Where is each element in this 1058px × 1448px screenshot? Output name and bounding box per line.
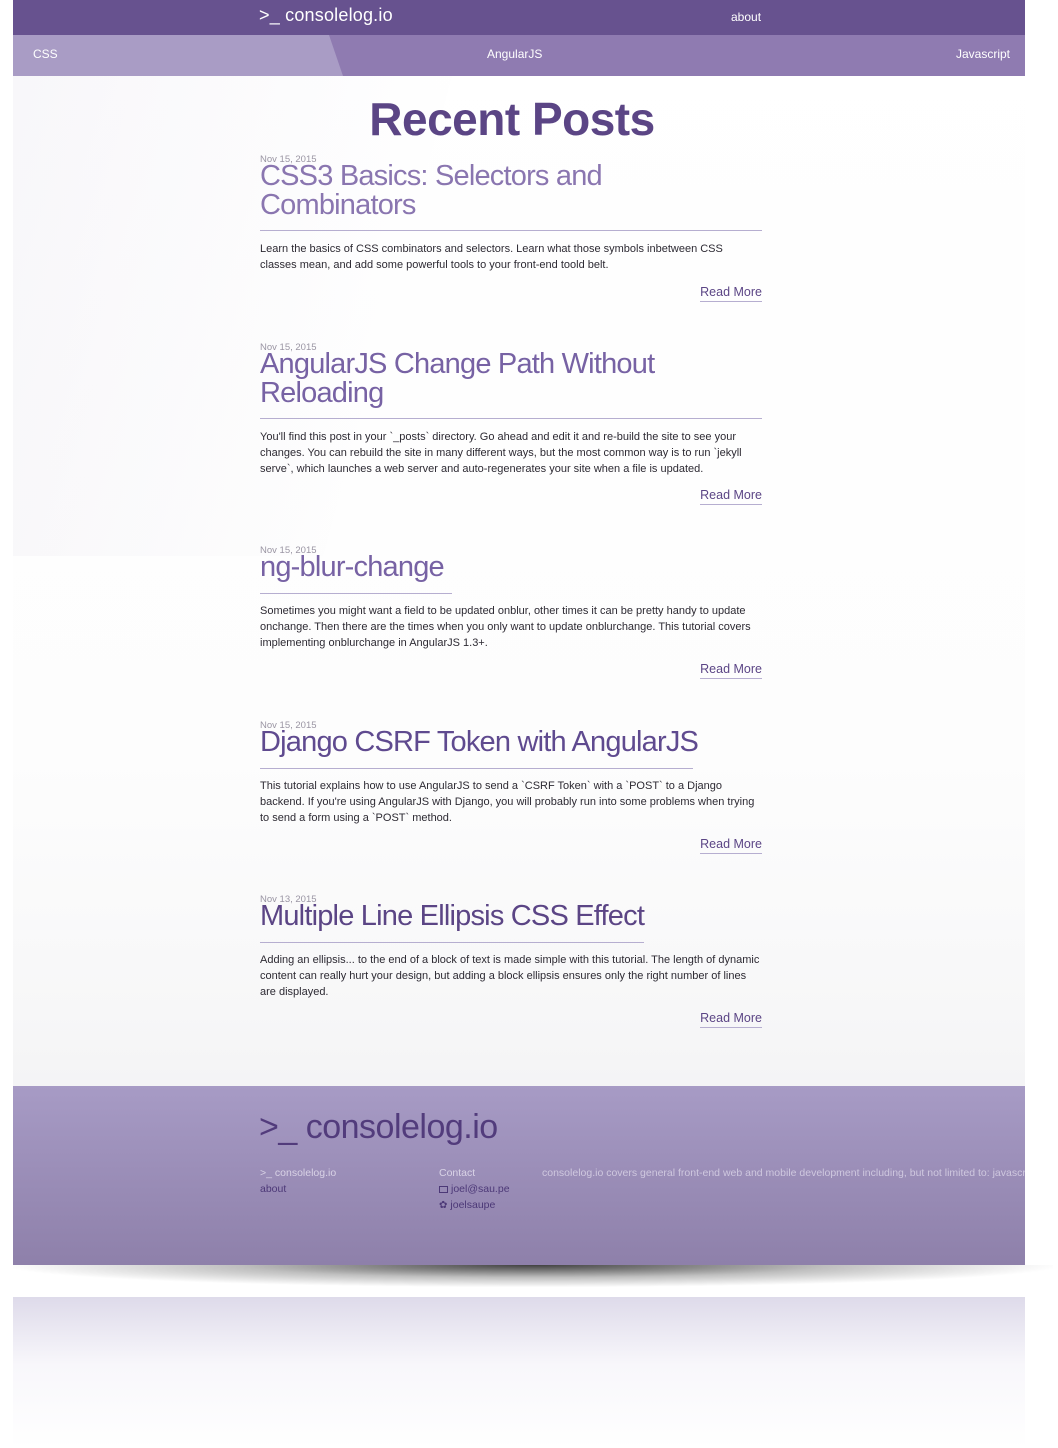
page-reflection: [13, 1297, 1025, 1448]
read-more-link[interactable]: Read More: [700, 1011, 762, 1028]
footer-about-link[interactable]: about: [260, 1181, 410, 1197]
post-item: Nov 15, 2015 ng-blur-change Sometimes yo…: [260, 545, 762, 685]
footer-email-text: joel@sau.pe: [451, 1183, 510, 1195]
post-title-link[interactable]: ng-blur-change: [260, 553, 762, 582]
read-more-link[interactable]: Read More: [700, 285, 762, 302]
envelope-icon: [439, 1186, 448, 1193]
post-title-link[interactable]: Multiple Line Ellipsis CSS Effect: [260, 902, 762, 931]
page-shadow: [13, 1265, 1053, 1287]
category-nav-highlight: [13, 35, 343, 76]
footer-contact-column: Contact joel@sau.pe ✿ joelsaupe: [439, 1165, 534, 1214]
title-divider: [260, 768, 693, 769]
post-title-link[interactable]: CSS3 Basics: Selectors and Combinators: [260, 162, 762, 220]
post-excerpt: This tutorial explains how to use Angula…: [260, 780, 755, 824]
nav-about-link[interactable]: about: [731, 10, 761, 24]
title-divider: [260, 230, 762, 231]
footer-twitter-text: joelsaupe: [450, 1199, 496, 1211]
top-bar: >_ consolelog.io about: [13, 0, 1025, 35]
brand-link[interactable]: >_ consolelog.io: [259, 5, 393, 26]
twitter-icon: ✿: [439, 1200, 448, 1211]
post-item: Nov 15, 2015 AngularJS Change Path Witho…: [260, 342, 762, 510]
post-item: Nov 15, 2015 CSS3 Basics: Selectors and …: [260, 154, 762, 306]
post-excerpt: Learn the basics of CSS combinators and …: [260, 243, 723, 271]
read-more-link[interactable]: Read More: [700, 837, 762, 854]
title-divider: [260, 593, 452, 594]
footer-site-name: >_ consolelog.io: [260, 1167, 337, 1179]
read-more-link[interactable]: Read More: [700, 488, 762, 505]
page-title: Recent Posts: [369, 93, 655, 145]
post-excerpt: Adding an ellipsis... to the end of a bl…: [260, 954, 760, 998]
post-item: Nov 15, 2015 Django CSRF Token with Angu…: [260, 720, 762, 860]
post-item: Nov 13, 2015 Multiple Line Ellipsis CSS …: [260, 894, 762, 1034]
post-title-link[interactable]: Django CSRF Token with AngularJS: [260, 728, 762, 757]
footer: >_ consolelog.io >_ consolelog.io about …: [13, 1086, 1025, 1265]
post-title-link[interactable]: AngularJS Change Path Without Reloading: [260, 350, 762, 408]
footer-logo: >_ consolelog.io: [259, 1108, 498, 1146]
footer-description: consolelog.io covers general front-end w…: [542, 1167, 1025, 1179]
footer-twitter-link[interactable]: ✿ joelsaupe: [439, 1197, 534, 1214]
category-javascript-link[interactable]: Javascript: [956, 47, 1010, 61]
category-nav: CSS AngularJS Javascript: [13, 35, 1025, 76]
footer-site-column: >_ consolelog.io about: [260, 1165, 410, 1197]
read-more-link[interactable]: Read More: [700, 662, 762, 679]
post-excerpt: Sometimes you might want a field to be u…: [260, 605, 751, 649]
title-divider: [260, 942, 644, 943]
footer-email-link[interactable]: joel@sau.pe: [439, 1181, 534, 1197]
page: >_ consolelog.io about CSS AngularJS Jav…: [13, 0, 1025, 1265]
category-css-link[interactable]: CSS: [33, 47, 58, 61]
title-divider: [260, 418, 762, 419]
footer-about-column: consolelog.io covers general front-end w…: [542, 1165, 1025, 1181]
post-excerpt: You'll find this post in your `_posts` d…: [260, 431, 742, 475]
category-angularjs-link[interactable]: AngularJS: [487, 47, 542, 61]
footer-contact-label: Contact: [439, 1167, 476, 1179]
